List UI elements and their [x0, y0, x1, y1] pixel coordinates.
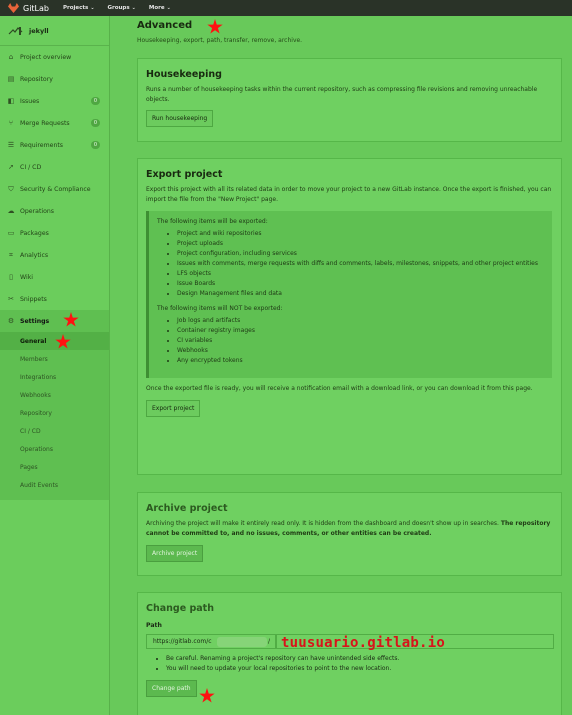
nav-projects[interactable]: Projects ⌄	[63, 5, 95, 11]
exported-heading: The following items will be exported:	[157, 218, 268, 225]
not-exported-list: Job logs and artifacts Container registr…	[157, 316, 544, 366]
housekeeping-title: Housekeeping	[146, 69, 222, 80]
sidebar-item-ci-cd[interactable]: ➚ CI / CD	[0, 156, 109, 178]
change-path-title: Change path	[146, 603, 214, 614]
not-exported-heading: The following items will NOT be exported…	[157, 305, 283, 312]
list-item: Issues with comments, merge requests wit…	[177, 259, 544, 269]
change-path-button[interactable]: Change path	[146, 680, 197, 697]
housekeeping-description: Runs a number of housekeeping tasks with…	[146, 86, 538, 103]
archive-project-panel: Archive project Archiving the project wi…	[137, 492, 562, 576]
issues-count-badge: 0	[90, 97, 100, 105]
issues-icon: ◧	[7, 97, 15, 105]
subnav-general[interactable]: General	[0, 332, 109, 350]
advanced-subtitle: Housekeeping, export, path, transfer, re…	[137, 37, 303, 44]
gitlab-tanuki-icon	[8, 3, 19, 13]
sidebar-item-requirements[interactable]: ☰ Requirements 0	[0, 134, 109, 156]
list-item: Job logs and artifacts	[177, 316, 544, 326]
path-overlay-annotation: tuusuario.gitlab.io	[281, 635, 445, 651]
list-item: Container registry images	[177, 326, 544, 336]
subnav-audit-events[interactable]: Audit Events	[0, 476, 109, 494]
merge-icon: ⑂	[8, 119, 14, 127]
housekeeping-panel: Housekeeping Runs a number of housekeepi…	[137, 58, 562, 142]
list-item: LFS objects	[177, 269, 544, 279]
sidebar-item-operations[interactable]: ☁ Operations	[0, 200, 109, 222]
advanced-section-header: Advanced Housekeeping, export, path, tra…	[137, 16, 562, 44]
list-item: Be careful. Renaming a project's reposit…	[166, 654, 553, 664]
subnav-ci-cd[interactable]: CI / CD	[0, 422, 109, 440]
requirements-count-badge: 0	[90, 141, 100, 149]
shield-icon: ⛉	[8, 184, 14, 193]
gear-icon: ⚙	[7, 317, 15, 325]
doc-icon: ▤	[7, 75, 15, 83]
nav-more[interactable]: More ⌄	[149, 5, 171, 11]
nav-groups[interactable]: Groups ⌄	[108, 5, 136, 11]
top-navbar: GitLab Projects ⌄ Groups ⌄ More ⌄	[0, 0, 572, 16]
change-path-panel: Change path Path https://gitlab.com/c / …	[137, 592, 562, 715]
list-item: Project uploads	[177, 239, 544, 249]
sidebar-item-wiki[interactable]: ▯ Wiki	[0, 266, 109, 288]
path-prefix: https://gitlab.com/c /	[146, 634, 276, 649]
advanced-title: Advanced	[137, 20, 193, 31]
project-name: jekyll	[29, 26, 49, 35]
list-item: You will need to update your local repos…	[166, 664, 553, 674]
settings-subnav: General Members Integrations Webhooks Re…	[0, 332, 109, 500]
change-path-notes: Be careful. Renaming a project's reposit…	[146, 654, 553, 674]
list-item: Any encrypted tokens	[177, 356, 544, 366]
chart-icon: ⌗	[9, 250, 13, 259]
chevron-down-icon: ⌄	[131, 5, 136, 11]
sidebar-item-settings[interactable]: ⚙ Settings	[0, 310, 109, 332]
brand-name: GitLab	[23, 3, 49, 13]
list-item: CI variables	[177, 336, 544, 346]
list-icon: ☰	[7, 141, 15, 149]
export-notice: Once the exported file is ready, you wil…	[146, 385, 533, 392]
sidebar-item-snippets[interactable]: ✂ Snippets	[0, 288, 109, 310]
subnav-members[interactable]: Members	[0, 350, 109, 368]
list-item: Project and wiki repositories	[177, 229, 544, 239]
subnav-operations[interactable]: Operations	[0, 440, 109, 458]
list-item: Issue Boards	[177, 279, 544, 289]
list-item: Project configuration, including service…	[177, 249, 544, 259]
redacted-namespace	[217, 637, 267, 647]
cloud-icon: ☁	[7, 207, 15, 215]
project-sidebar: jekyll ⌂ Project overview ▤ Repository ◧ Is…	[0, 16, 110, 715]
run-housekeeping-button[interactable]: Run housekeeping	[146, 110, 214, 127]
export-project-panel: Export project Export this project with …	[137, 158, 562, 475]
archive-project-button[interactable]: Archive project	[146, 545, 204, 562]
chevron-down-icon: ⌄	[166, 5, 171, 11]
subnav-pages[interactable]: Pages	[0, 458, 109, 476]
list-item: Webhooks	[177, 346, 544, 356]
subnav-repository[interactable]: Repository	[0, 404, 109, 422]
path-label: Path	[146, 622, 162, 629]
rocket-icon: ➚	[8, 163, 14, 171]
box-icon: ▭	[7, 229, 15, 237]
exported-list: Project and wiki repositories Project up…	[157, 229, 544, 299]
book-icon: ▯	[9, 273, 13, 281]
sidebar-item-issues[interactable]: ◧ Issues 0	[0, 90, 109, 112]
project-avatar	[8, 26, 23, 36]
scissors-icon: ✂	[8, 295, 14, 303]
archive-title: Archive project	[146, 503, 228, 514]
subnav-webhooks[interactable]: Webhooks	[0, 386, 109, 404]
chevron-down-icon: ⌄	[90, 5, 95, 11]
subnav-integrations[interactable]: Integrations	[0, 368, 109, 386]
sidebar-item-security[interactable]: ⛉ Security & Compliance	[0, 178, 109, 200]
sidebar-item-repository[interactable]: ▤ Repository	[0, 68, 109, 90]
export-items-box: The following items will be exported: Pr…	[146, 211, 552, 378]
archive-description: Archiving the project will make it entir…	[146, 520, 551, 537]
export-project-button[interactable]: Export project	[146, 400, 201, 417]
sidebar-item-analytics[interactable]: ⌗ Analytics	[0, 244, 109, 266]
sidebar-item-packages[interactable]: ▭ Packages	[0, 222, 109, 244]
home-icon: ⌂	[8, 53, 14, 61]
list-item: Design Management files and data	[177, 289, 544, 299]
sidebar-item-merge-requests[interactable]: ⑂ Merge Requests 0	[0, 112, 109, 134]
gitlab-logo[interactable]: GitLab	[8, 3, 49, 13]
sidebar-item-project-overview[interactable]: ⌂ Project overview	[0, 46, 109, 68]
sidebar-project-header[interactable]: jekyll	[0, 16, 109, 46]
export-title: Export project	[146, 169, 223, 180]
export-description: Export this project with all its related…	[146, 186, 552, 203]
merge-requests-count-badge: 0	[90, 119, 100, 127]
